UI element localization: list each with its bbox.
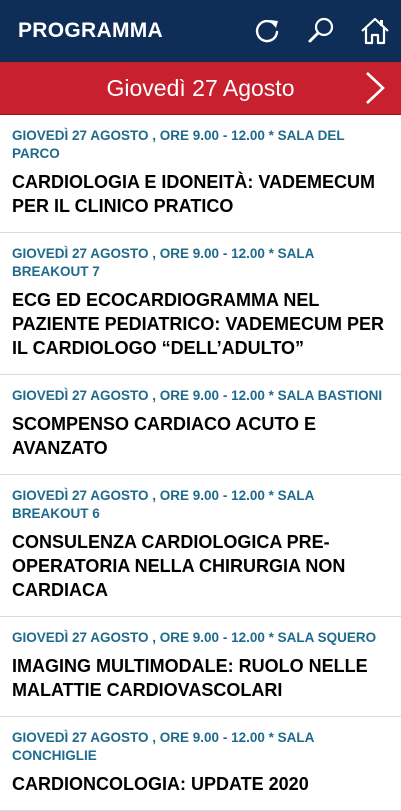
session-meta: GIOVEDÌ 27 AGOSTO , ORE 9.00 - 12.00 * S… <box>12 246 314 279</box>
page-title: PROGRAMMA <box>18 19 164 42</box>
app-header: PROGRAMMA <box>0 0 401 62</box>
session-title: CARDIOLOGIA E IDONEITÀ: VADEMECUM PER IL… <box>12 172 375 216</box>
session-item[interactable]: GIOVEDÌ 27 AGOSTO , ORE 9.00 - 12.00 * S… <box>0 233 401 375</box>
session-item[interactable]: GIOVEDÌ 27 AGOSTO , ORE 9.00 - 12.00 * S… <box>0 115 401 233</box>
refresh-button[interactable] <box>251 15 283 47</box>
home-button[interactable] <box>359 15 391 47</box>
date-bar: Giovedì 27 Agosto <box>0 62 401 115</box>
session-title: SCOMPENSO CARDIACO ACUTO E AVANZATO <box>12 414 317 458</box>
session-title: ECG ED ECOCARDIOGRAMMA NEL PAZIENTE PEDI… <box>12 290 385 358</box>
header-actions <box>251 15 391 47</box>
session-item[interactable]: GIOVEDÌ 27 AGOSTO , ORE 9.00 - 12.00 * S… <box>0 375 401 475</box>
session-meta: GIOVEDÌ 27 AGOSTO , ORE 9.00 - 12.00 * S… <box>12 630 377 645</box>
session-title: CONSULENZA CARDIOLOGICA PRE-OPERATORIA N… <box>12 532 346 600</box>
session-list: GIOVEDÌ 27 AGOSTO , ORE 9.00 - 12.00 * S… <box>0 115 401 811</box>
search-button[interactable] <box>305 15 337 47</box>
session-title: CARDIONCOLOGIA: UPDATE 2020 <box>12 774 309 794</box>
session-item[interactable]: GIOVEDÌ 27 AGOSTO , ORE 9.00 - 12.00 * S… <box>0 617 401 717</box>
session-meta: GIOVEDÌ 27 AGOSTO , ORE 9.00 - 12.00 * S… <box>12 488 314 521</box>
session-title: IMAGING MULTIMODALE: RUOLO NELLE MALATTI… <box>12 656 368 700</box>
home-icon <box>361 17 389 45</box>
session-item[interactable]: GIOVEDÌ 27 AGOSTO , ORE 9.00 - 12.00 * S… <box>0 717 401 811</box>
search-icon <box>308 17 334 43</box>
refresh-icon <box>255 19 279 43</box>
chevron-right-icon[interactable] <box>361 70 389 106</box>
session-item[interactable]: GIOVEDÌ 27 AGOSTO , ORE 9.00 - 12.00 * S… <box>0 475 401 617</box>
session-meta: GIOVEDÌ 27 AGOSTO , ORE 9.00 - 12.00 * S… <box>12 388 383 403</box>
current-date: Giovedì 27 Agosto <box>106 74 295 101</box>
session-meta: GIOVEDÌ 27 AGOSTO , ORE 9.00 - 12.00 * S… <box>12 730 314 763</box>
session-meta: GIOVEDÌ 27 AGOSTO , ORE 9.00 - 12.00 * S… <box>12 128 345 161</box>
